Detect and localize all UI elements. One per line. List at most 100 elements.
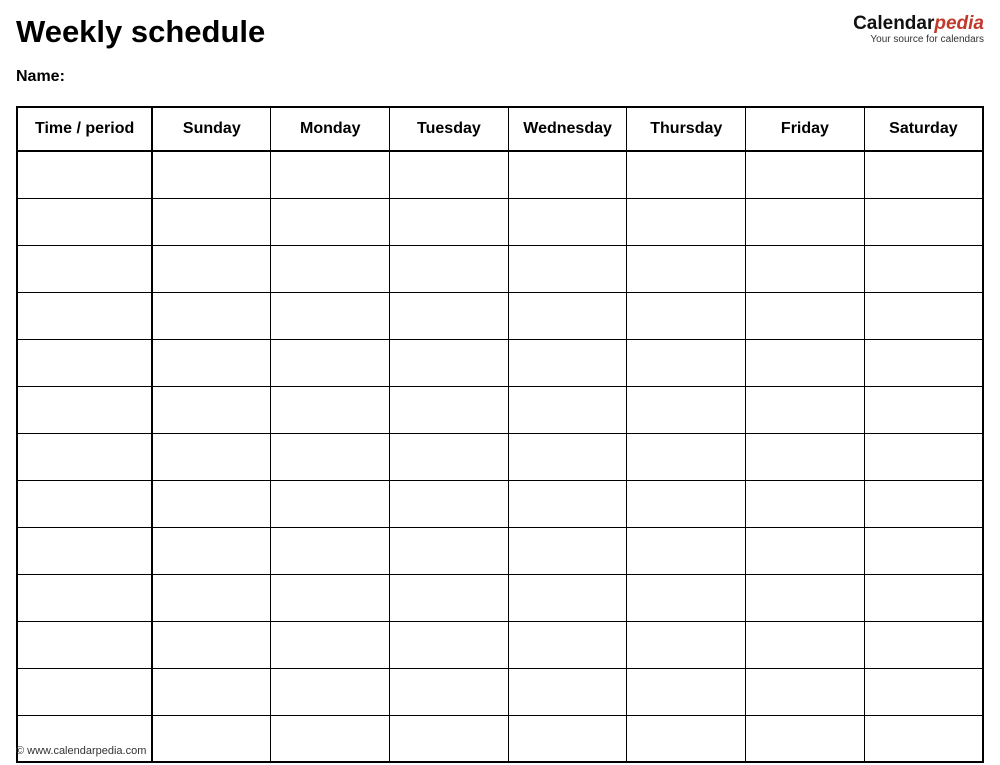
day-cell[interactable] xyxy=(508,480,627,527)
day-cell[interactable] xyxy=(152,151,271,198)
day-cell[interactable] xyxy=(152,715,271,762)
day-cell[interactable] xyxy=(746,715,865,762)
day-cell[interactable] xyxy=(508,527,627,574)
day-cell[interactable] xyxy=(390,527,509,574)
day-cell[interactable] xyxy=(390,621,509,668)
day-cell[interactable] xyxy=(390,339,509,386)
time-cell[interactable] xyxy=(17,292,152,339)
day-cell[interactable] xyxy=(746,151,865,198)
day-cell[interactable] xyxy=(390,574,509,621)
day-cell[interactable] xyxy=(390,292,509,339)
day-cell[interactable] xyxy=(508,245,627,292)
day-cell[interactable] xyxy=(152,433,271,480)
day-cell[interactable] xyxy=(390,668,509,715)
day-cell[interactable] xyxy=(746,621,865,668)
day-cell[interactable] xyxy=(152,245,271,292)
day-cell[interactable] xyxy=(746,292,865,339)
day-cell[interactable] xyxy=(508,668,627,715)
day-cell[interactable] xyxy=(390,151,509,198)
day-cell[interactable] xyxy=(864,433,983,480)
day-cell[interactable] xyxy=(152,574,271,621)
day-cell[interactable] xyxy=(271,480,390,527)
day-cell[interactable] xyxy=(271,151,390,198)
day-cell[interactable] xyxy=(864,527,983,574)
day-cell[interactable] xyxy=(627,339,746,386)
day-cell[interactable] xyxy=(508,386,627,433)
day-cell[interactable] xyxy=(508,198,627,245)
day-cell[interactable] xyxy=(864,245,983,292)
day-cell[interactable] xyxy=(864,386,983,433)
day-cell[interactable] xyxy=(508,292,627,339)
day-cell[interactable] xyxy=(271,668,390,715)
day-cell[interactable] xyxy=(746,386,865,433)
day-cell[interactable] xyxy=(390,433,509,480)
day-cell[interactable] xyxy=(627,527,746,574)
time-cell[interactable] xyxy=(17,245,152,292)
day-cell[interactable] xyxy=(152,198,271,245)
time-cell[interactable] xyxy=(17,339,152,386)
day-cell[interactable] xyxy=(508,433,627,480)
day-cell[interactable] xyxy=(864,715,983,762)
day-cell[interactable] xyxy=(746,245,865,292)
day-cell[interactable] xyxy=(864,292,983,339)
day-cell[interactable] xyxy=(864,621,983,668)
day-cell[interactable] xyxy=(746,574,865,621)
day-cell[interactable] xyxy=(627,574,746,621)
day-cell[interactable] xyxy=(271,386,390,433)
day-cell[interactable] xyxy=(864,668,983,715)
day-cell[interactable] xyxy=(271,292,390,339)
day-cell[interactable] xyxy=(152,480,271,527)
day-cell[interactable] xyxy=(864,151,983,198)
day-cell[interactable] xyxy=(746,433,865,480)
day-cell[interactable] xyxy=(152,339,271,386)
day-cell[interactable] xyxy=(864,574,983,621)
day-cell[interactable] xyxy=(627,245,746,292)
day-cell[interactable] xyxy=(627,433,746,480)
day-cell[interactable] xyxy=(271,574,390,621)
day-cell[interactable] xyxy=(864,339,983,386)
time-cell[interactable] xyxy=(17,386,152,433)
day-cell[interactable] xyxy=(152,668,271,715)
day-cell[interactable] xyxy=(508,621,627,668)
day-cell[interactable] xyxy=(271,527,390,574)
day-cell[interactable] xyxy=(271,621,390,668)
time-cell[interactable] xyxy=(17,668,152,715)
day-cell[interactable] xyxy=(627,292,746,339)
day-cell[interactable] xyxy=(390,245,509,292)
day-cell[interactable] xyxy=(627,386,746,433)
day-cell[interactable] xyxy=(390,480,509,527)
day-cell[interactable] xyxy=(627,668,746,715)
day-cell[interactable] xyxy=(627,480,746,527)
day-cell[interactable] xyxy=(746,527,865,574)
time-cell[interactable] xyxy=(17,151,152,198)
day-cell[interactable] xyxy=(390,386,509,433)
day-cell[interactable] xyxy=(152,621,271,668)
time-cell[interactable] xyxy=(17,480,152,527)
day-cell[interactable] xyxy=(627,151,746,198)
day-cell[interactable] xyxy=(508,574,627,621)
day-cell[interactable] xyxy=(152,386,271,433)
day-cell[interactable] xyxy=(271,245,390,292)
time-cell[interactable] xyxy=(17,433,152,480)
day-cell[interactable] xyxy=(508,151,627,198)
day-cell[interactable] xyxy=(627,198,746,245)
day-cell[interactable] xyxy=(746,668,865,715)
day-cell[interactable] xyxy=(746,480,865,527)
time-cell[interactable] xyxy=(17,198,152,245)
day-cell[interactable] xyxy=(152,527,271,574)
day-cell[interactable] xyxy=(746,198,865,245)
day-cell[interactable] xyxy=(508,339,627,386)
day-cell[interactable] xyxy=(864,480,983,527)
day-cell[interactable] xyxy=(271,433,390,480)
day-cell[interactable] xyxy=(864,198,983,245)
day-cell[interactable] xyxy=(390,198,509,245)
day-cell[interactable] xyxy=(627,621,746,668)
day-cell[interactable] xyxy=(271,339,390,386)
day-cell[interactable] xyxy=(152,292,271,339)
day-cell[interactable] xyxy=(746,339,865,386)
time-cell[interactable] xyxy=(17,574,152,621)
day-cell[interactable] xyxy=(271,715,390,762)
day-cell[interactable] xyxy=(627,715,746,762)
time-cell[interactable] xyxy=(17,621,152,668)
day-cell[interactable] xyxy=(508,715,627,762)
